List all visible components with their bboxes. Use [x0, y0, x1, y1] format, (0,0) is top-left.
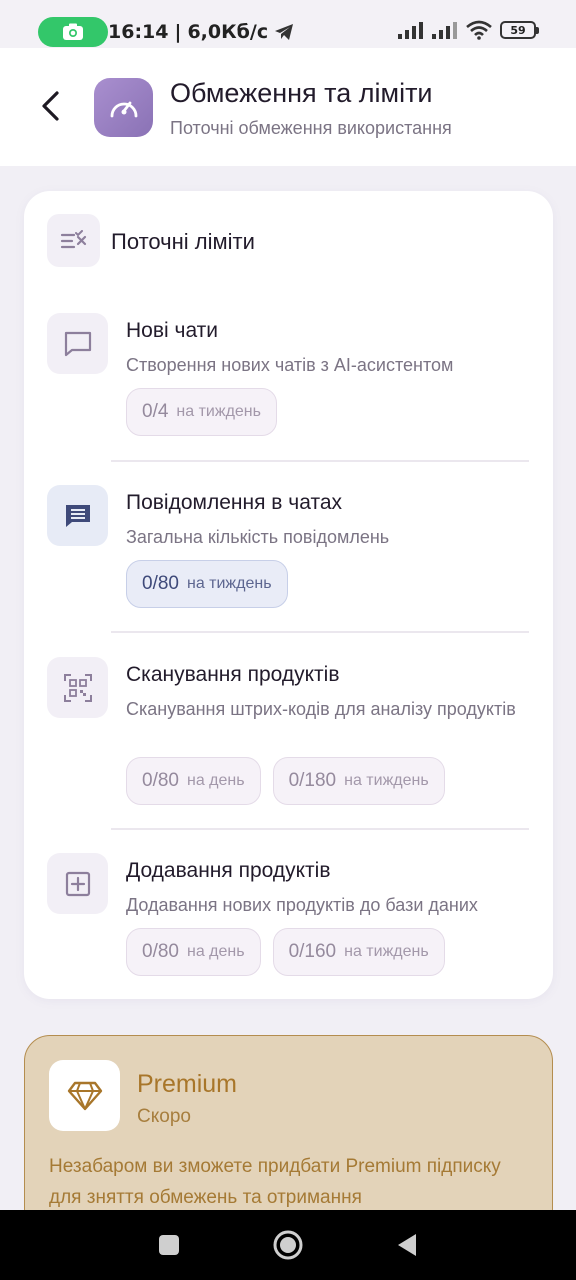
premium-card[interactable]: Premium Скоро Незабаром ви зможете придб… — [24, 1035, 553, 1235]
page-header: Обмеження та ліміти Поточні обмеження ви… — [0, 48, 576, 166]
limit-value: 0/4 — [142, 401, 169, 422]
limit-period: на день — [186, 772, 245, 789]
limit-item-messages: Повідомлення в чатах Загальна кількість … — [24, 485, 553, 615]
limit-period: на тиждень — [344, 943, 429, 960]
screen-record-indicator[interactable] — [38, 17, 108, 47]
current-limits-card: Поточні ліміти Нові чати Створення нових… — [24, 191, 553, 999]
limit-value: 0/180 — [288, 770, 337, 791]
limit-item-scan: Сканування продуктів Сканування штрих-ко… — [24, 657, 553, 807]
limit-description: Загальна кількість повідомлень — [126, 527, 390, 547]
limit-chips: 0/80 на день 0/180 на тиждень — [126, 757, 445, 805]
signal-icon-2 — [432, 22, 457, 39]
limit-chips: 0/80 на день 0/160 на тиждень — [126, 928, 445, 976]
page-subtitle: Поточні обмеження використання — [170, 118, 452, 138]
qr-scan-icon — [47, 657, 108, 718]
limit-title: Сканування продуктів — [126, 663, 340, 686]
limit-period: на день — [186, 943, 245, 960]
premium-description: Незабаром ви зможете придбати Premium пі… — [49, 1156, 501, 1208]
limit-item-add-products: Додавання продуктів Додавання нових прод… — [24, 853, 553, 983]
square-icon — [159, 1235, 180, 1255]
limit-title: Повідомлення в чатах — [126, 491, 343, 514]
status-right: 59 — [398, 20, 539, 40]
divider — [111, 631, 529, 633]
limit-period: на тиждень — [176, 403, 261, 420]
limit-title: Нові чати — [126, 319, 219, 342]
premium-subtitle: Скоро — [137, 1106, 191, 1127]
limit-period: на тиждень — [344, 772, 429, 789]
limit-title: Додавання продуктів — [126, 859, 331, 882]
page-title: Обмеження та ліміти — [170, 78, 433, 108]
diamond-icon — [49, 1060, 120, 1131]
speedometer-icon — [94, 78, 153, 137]
limit-chip-weekly: 0/80 на тиждень — [126, 560, 288, 608]
limit-chip-weekly: 0/160 на тиждень — [272, 928, 445, 976]
signal-icon — [398, 22, 423, 39]
card-title: Поточні ліміти — [111, 229, 255, 254]
clock: 16:14 — [108, 21, 169, 43]
add-box-icon — [47, 853, 108, 914]
battery-indicator: 59 — [500, 21, 539, 39]
chat-bubble-icon — [47, 313, 108, 374]
limit-description: Сканування штрих-кодів для аналізу проду… — [126, 699, 516, 719]
divider — [111, 828, 529, 830]
home-button[interactable] — [268, 1225, 308, 1265]
triangle-back-icon — [397, 1234, 416, 1256]
status-bar: 16:14 | 6,0Кб/с 59 — [0, 0, 576, 48]
telegram-icon — [275, 24, 294, 40]
chevron-left-icon — [42, 91, 59, 121]
limit-description: Додавання нових продуктів до бази даних — [126, 895, 478, 915]
checklist-icon — [47, 214, 100, 267]
back-button[interactable] — [28, 82, 72, 130]
limit-chip-weekly: 0/4 на тиждень — [126, 388, 277, 436]
limit-item-new-chats: Нові чати Створення нових чатів з AI-аси… — [24, 313, 553, 443]
network-speed: 6,0Кб/с — [187, 21, 269, 43]
limit-chip-weekly: 0/180 на тиждень — [272, 757, 445, 805]
wifi-icon — [466, 20, 492, 40]
limit-value: 0/80 — [142, 941, 179, 962]
camera-icon — [63, 23, 83, 40]
recent-apps-button[interactable] — [149, 1225, 189, 1265]
limit-chip-daily: 0/80 на день — [126, 928, 261, 976]
limit-chips: 0/80 на тиждень — [126, 560, 288, 608]
premium-title: Premium — [137, 1070, 238, 1098]
limit-value: 0/80 — [142, 573, 179, 594]
limit-description: Створення нових чатів з AI-асистентом — [126, 355, 454, 375]
system-nav-bar — [0, 1210, 576, 1280]
limit-chips: 0/4 на тиждень — [126, 388, 277, 436]
circle-icon — [273, 1230, 303, 1260]
separator: | — [174, 21, 182, 43]
limit-value: 0/160 — [288, 941, 337, 962]
system-back-button[interactable] — [387, 1225, 427, 1265]
limit-value: 0/80 — [142, 770, 179, 791]
message-lines-icon — [47, 485, 108, 546]
limit-period: на тиждень — [186, 575, 272, 592]
status-left: 16:14 | 6,0Кб/с — [108, 21, 294, 43]
limit-chip-daily: 0/80 на день — [126, 757, 261, 805]
divider — [111, 460, 529, 462]
